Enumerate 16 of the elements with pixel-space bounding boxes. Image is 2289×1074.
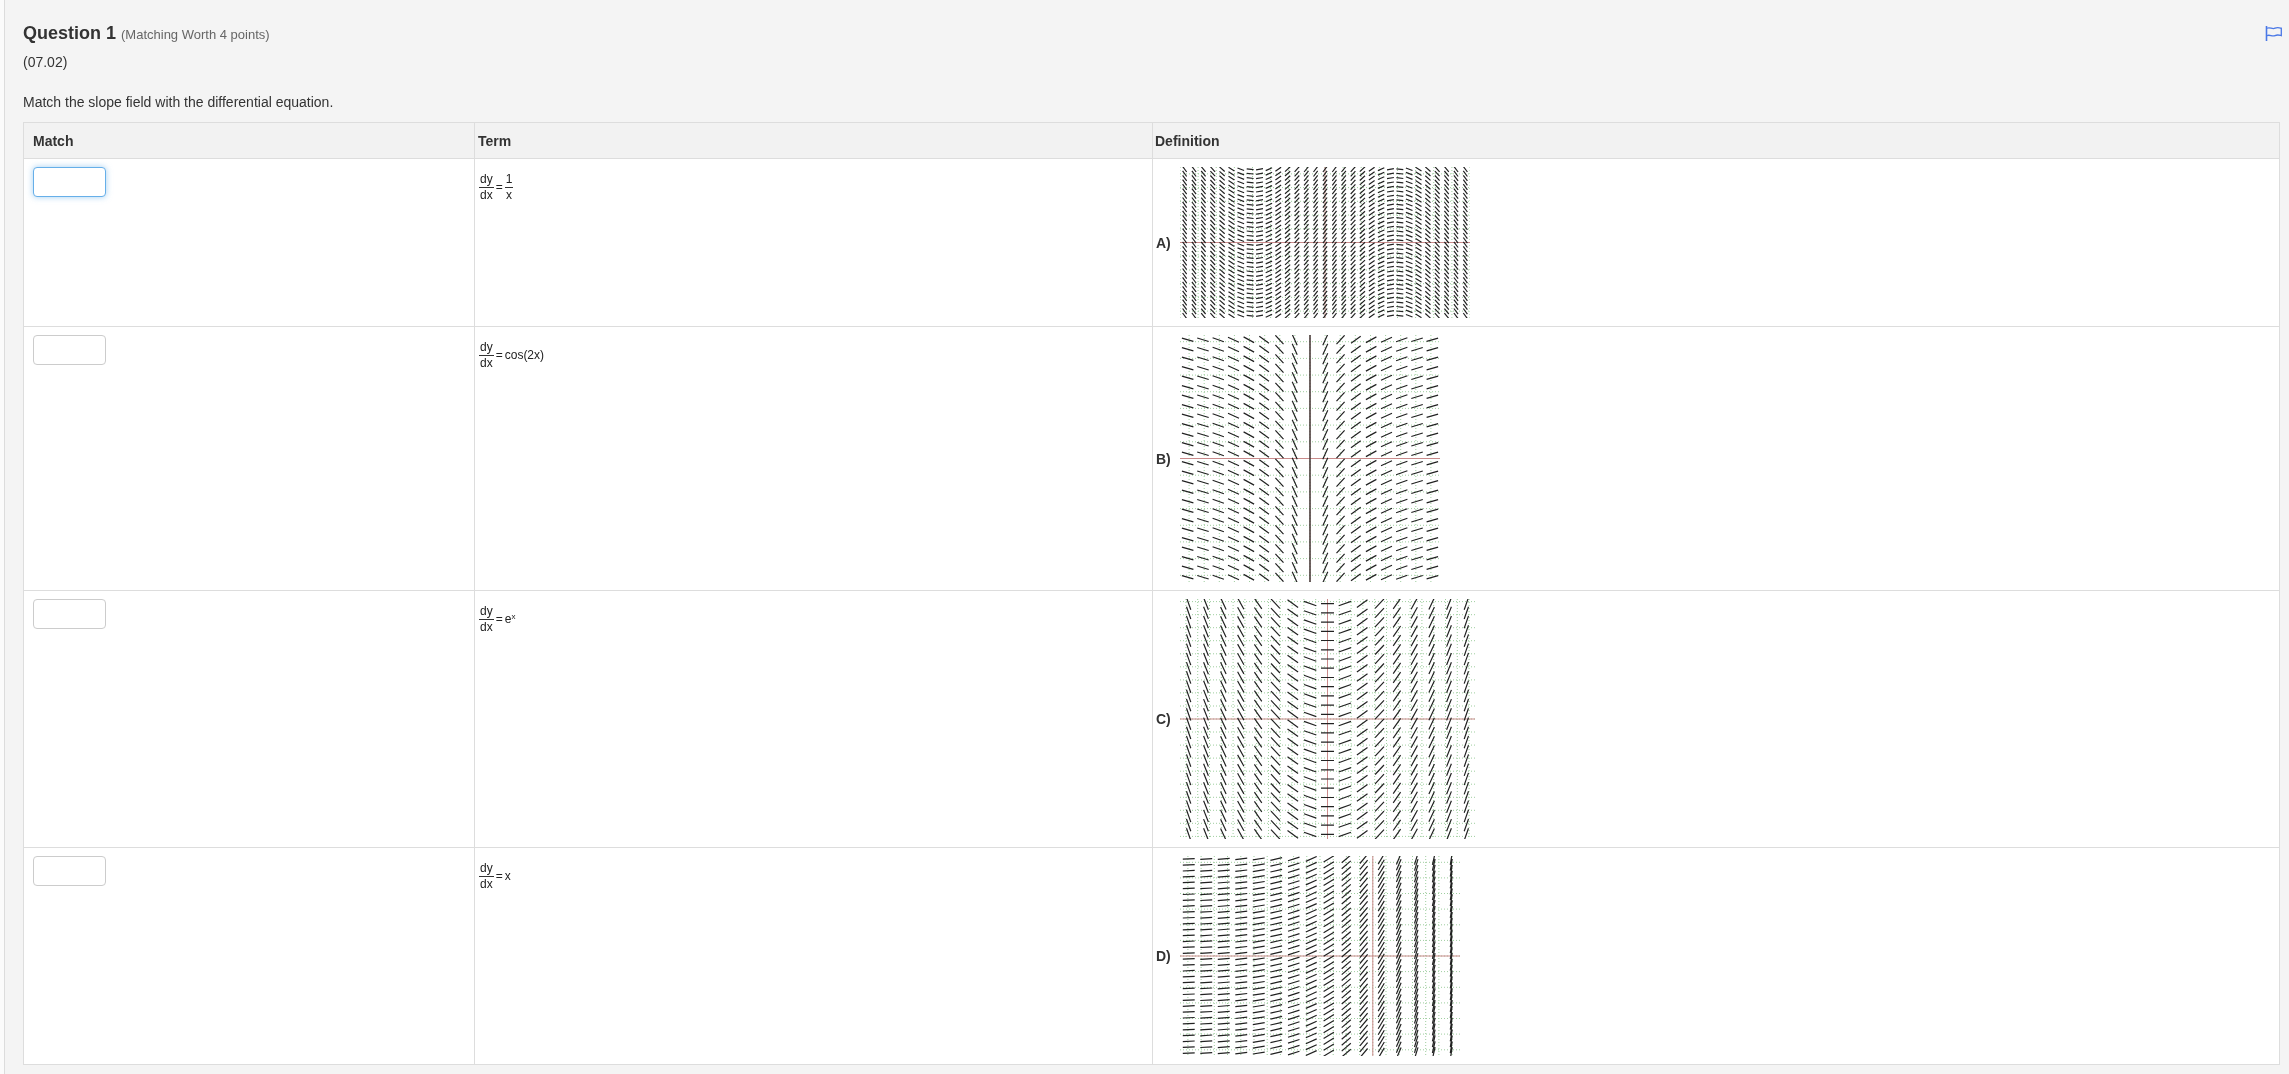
match-input-field[interactable] (33, 856, 106, 886)
option-label: D) (1156, 948, 1171, 964)
question-meta: (Matching Worth 4 points) (121, 27, 270, 42)
flag-icon[interactable] (2265, 25, 2282, 41)
match-input-field[interactable] (33, 335, 106, 365)
option-label: B) (1156, 450, 1171, 467)
column-header: Term (474, 122, 1153, 159)
column-header: Definition (1152, 122, 2280, 159)
column-header: Match (23, 122, 475, 159)
match-input-field[interactable] (33, 167, 106, 197)
option-label: C) (1156, 711, 1171, 727)
question-code: (07.02) (23, 53, 69, 72)
option-label: A) (1156, 234, 1171, 251)
match-input-field[interactable] (33, 599, 106, 629)
question-prompt: Match the slope field with the differential equation. (23, 93, 335, 112)
question-title: Question 1 (23, 22, 116, 45)
